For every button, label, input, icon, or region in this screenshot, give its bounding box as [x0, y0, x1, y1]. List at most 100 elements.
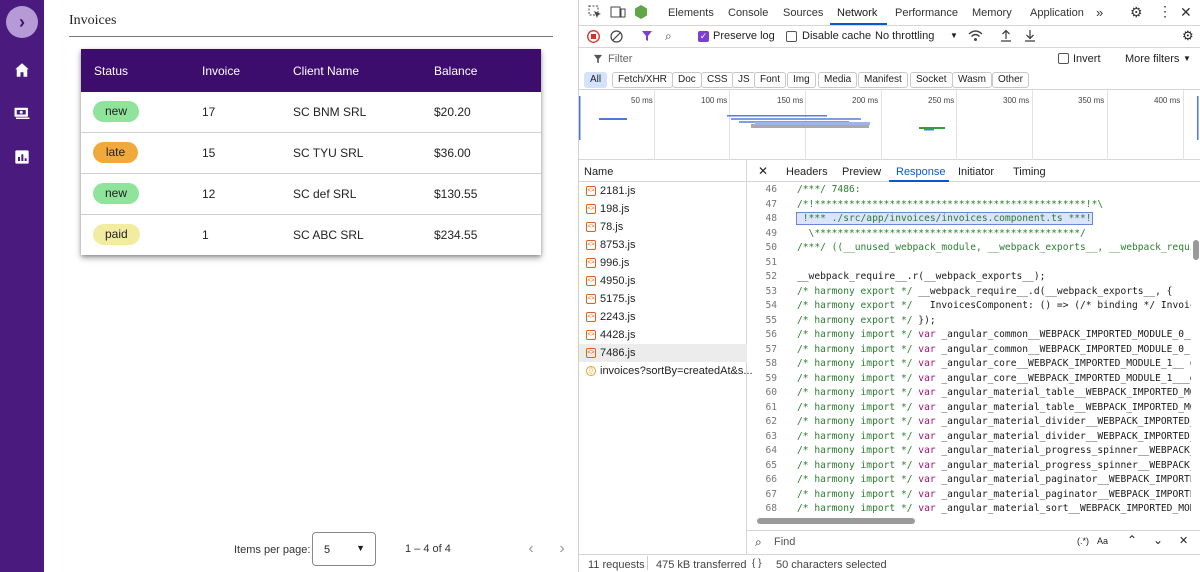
close-devtools-icon[interactable]: ✕ [1180, 4, 1192, 21]
request-row[interactable]: <> 2181.js [579, 182, 747, 200]
code-line: 66 /* harmony import */ var _angular_mate… [747, 474, 1191, 489]
more-tabs-icon[interactable]: » [1096, 5, 1103, 20]
next-page-button[interactable]: › [549, 536, 575, 562]
code-line: 47 /*!***********************************… [747, 199, 1191, 214]
invert-checkbox[interactable] [1058, 53, 1069, 64]
code-line: 59 /* harmony import */ var _angular_core… [747, 373, 1191, 388]
js-file-icon: <> [586, 294, 596, 304]
tab-memory[interactable]: Memory [972, 7, 1012, 19]
stop-recording-icon[interactable] [587, 30, 600, 46]
request-row[interactable]: <> 78.js [579, 218, 747, 236]
type-filter-wasm[interactable]: Wasm [952, 72, 992, 88]
tab-timing[interactable]: Timing [1013, 166, 1046, 178]
throttling-dropdown-icon[interactable]: ▼ [950, 31, 958, 40]
disable-cache-checkbox[interactable] [786, 31, 797, 42]
code-text: __webpack_require__.r(__webpack_exports_… [797, 271, 1046, 282]
more-filters-button[interactable]: More filters [1125, 53, 1179, 65]
resource-type-filters: All Fetch/XHR Doc CSS JS Font Img Media … [579, 70, 1200, 90]
import-har-icon[interactable] [1000, 29, 1012, 45]
tab-sources[interactable]: Sources [783, 7, 823, 19]
request-row[interactable]: <> 4428.js [579, 326, 747, 344]
request-name: invoices?sortBy=createdAt&s... [600, 365, 753, 377]
filter-icon [593, 53, 603, 67]
request-row[interactable]: <> 198.js [579, 200, 747, 218]
more-filters-dropdown-icon[interactable]: ▼ [1183, 54, 1191, 63]
tab-performance[interactable]: Performance [895, 7, 958, 19]
throttling-select[interactable]: No throttling [875, 30, 934, 42]
code-text: /* harmony export */ __webpack_require__… [797, 285, 1173, 297]
tab-network[interactable]: Network [837, 7, 877, 19]
export-har-icon[interactable] [1024, 29, 1036, 45]
type-filter-font[interactable]: Font [754, 72, 787, 88]
tab-elements[interactable]: Elements [668, 7, 714, 19]
table-row[interactable]: paid 1 SC ABC SRL $234.55 [81, 215, 541, 256]
device-toolbar-icon[interactable] [610, 5, 626, 22]
page-size-select[interactable]: 5 ▼ [312, 532, 376, 566]
tab-initiator[interactable]: Initiator [958, 166, 994, 178]
tab-response[interactable]: Response [896, 166, 946, 178]
invert-label: Invert [1073, 53, 1101, 65]
horizontal-scrollbar[interactable] [757, 518, 915, 524]
js-file-icon: <> [586, 240, 596, 250]
reports-chart-icon[interactable] [12, 147, 32, 167]
name-column-header[interactable]: Name [584, 166, 613, 178]
inspect-element-icon[interactable] [588, 5, 602, 22]
request-row[interactable]: <> 2243.js [579, 308, 747, 326]
request-row[interactable]: <> 996.js [579, 254, 747, 272]
extension-icon[interactable] [634, 4, 648, 23]
filter-funnel-icon[interactable] [641, 30, 653, 45]
type-filter-fetch-xhr[interactable]: Fetch/XHR [612, 72, 673, 88]
tab-application[interactable]: Application [1030, 7, 1084, 19]
type-filter-css[interactable]: CSS [701, 72, 734, 88]
request-row[interactable]: {} invoices?sortBy=createdAt&s... [579, 362, 753, 380]
type-filter-other[interactable]: Other [992, 72, 1030, 88]
type-filter-manifest[interactable]: Manifest [858, 72, 908, 88]
tab-preview[interactable]: Preview [842, 166, 881, 178]
header-balance[interactable]: Balance [434, 64, 477, 78]
request-row[interactable]: <> 5175.js [579, 290, 747, 308]
more-options-icon[interactable]: ⋮ [1158, 3, 1172, 20]
expand-chevron-icon[interactable]: › [6, 6, 38, 38]
page-size-value: 5 [324, 544, 331, 556]
table-row[interactable]: new 17 SC BNM SRL $20.20 [81, 92, 541, 133]
find-previous-icon[interactable]: ⌃ [1127, 533, 1137, 547]
request-row[interactable]: <> 8753.js [579, 236, 747, 254]
close-find-icon[interactable]: ✕ [1179, 534, 1188, 547]
pretty-print-icon[interactable]: { } [752, 558, 761, 569]
filter-input[interactable]: Filter [608, 53, 632, 65]
active-tab-indicator [830, 23, 887, 25]
type-filter-js[interactable]: JS [732, 72, 756, 88]
network-conditions-wifi-icon[interactable] [968, 29, 983, 45]
request-row-selected[interactable]: <> 7486.js [579, 344, 747, 362]
network-overview-timeline[interactable]: 50 ms 100 ms 150 ms 200 ms 250 ms 300 ms… [579, 90, 1200, 160]
find-next-icon[interactable]: ⌄ [1153, 533, 1163, 547]
type-filter-media[interactable]: Media [818, 72, 858, 88]
status-badge: paid [93, 224, 140, 245]
type-filter-all[interactable]: All [584, 72, 608, 88]
table-row[interactable]: late 15 SC TYU SRL $36.00 [81, 133, 541, 174]
preserve-log-checkbox[interactable]: ✓ [698, 31, 709, 42]
previous-page-button[interactable]: ‹ [518, 536, 544, 562]
tab-headers[interactable]: Headers [786, 166, 828, 178]
network-settings-gear-icon[interactable]: ⚙ [1182, 28, 1194, 44]
table-row[interactable]: new 12 SC def SRL $130.55 [81, 174, 541, 215]
type-filter-socket[interactable]: Socket [910, 72, 953, 88]
match-case-toggle[interactable]: Aa [1097, 536, 1108, 546]
response-code-viewer[interactable]: 46 /***/ 7486: 47 /*!**********************… [747, 182, 1191, 516]
invoices-icon[interactable] [12, 103, 32, 123]
vertical-scrollbar[interactable] [1193, 240, 1199, 260]
header-status[interactable]: Status [94, 64, 128, 78]
header-invoice[interactable]: Invoice [202, 64, 240, 78]
regex-toggle[interactable]: (.*) [1077, 536, 1089, 546]
close-detail-icon[interactable]: ✕ [758, 164, 768, 178]
type-filter-doc[interactable]: Doc [672, 72, 702, 88]
search-icon[interactable]: ⌕ [665, 29, 672, 44]
settings-gear-icon[interactable]: ⚙ [1130, 4, 1143, 21]
find-input[interactable]: Find [774, 536, 795, 548]
request-row[interactable]: <> 4950.js [579, 272, 747, 290]
type-filter-img[interactable]: Img [787, 72, 816, 88]
home-icon[interactable] [12, 60, 32, 80]
clear-icon[interactable] [610, 30, 623, 46]
tab-console[interactable]: Console [728, 7, 768, 19]
header-client-name[interactable]: Client Name [293, 64, 359, 78]
